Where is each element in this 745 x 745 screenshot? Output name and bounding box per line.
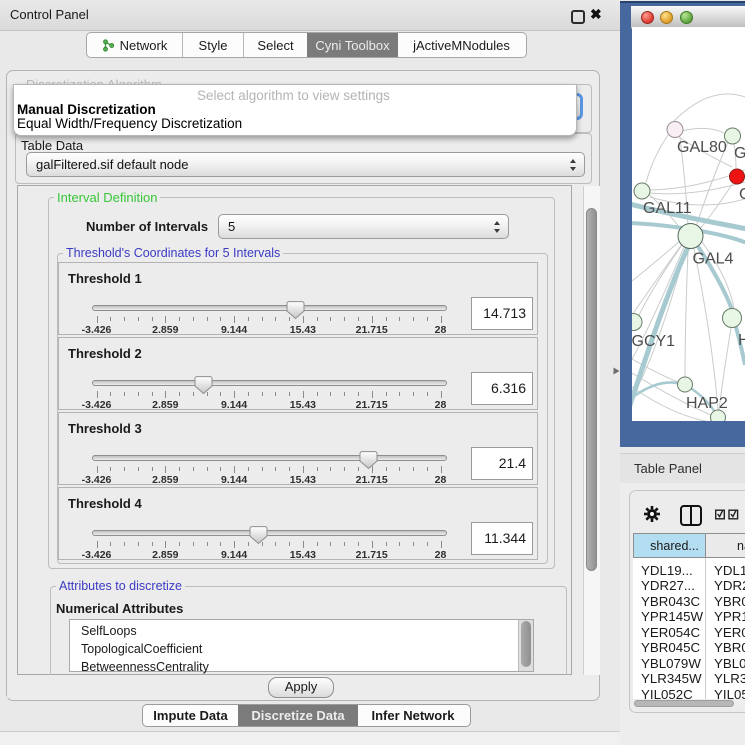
svg-text:GAL11: GAL11 [643,200,692,217]
svg-text:GAL80: GAL80 [677,139,727,156]
svg-text:HAP2: HAP2 [686,395,728,412]
svg-text:C: C [739,186,745,203]
svg-text:H: H [738,332,745,349]
svg-text:GAL4: GAL4 [693,251,734,268]
svg-text:GA: GA [734,145,745,162]
svg-text:GCY1: GCY1 [632,333,675,350]
